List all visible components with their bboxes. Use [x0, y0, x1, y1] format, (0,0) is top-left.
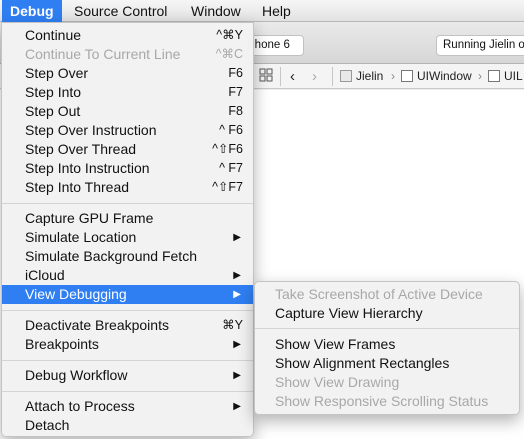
divider — [332, 67, 333, 86]
menu-item-capture-gpu-frame[interactable]: Capture GPU Frame — [2, 209, 253, 228]
menu-separator — [2, 360, 253, 361]
view-icon — [401, 70, 413, 82]
menu-item-step-out[interactable]: Step Out F8 — [2, 102, 253, 121]
debug-menu: Continue ^⌘Y Continue To Current Line ^⌘… — [1, 22, 254, 437]
view-debugging-submenu: Take Screenshot of Active Device Capture… — [254, 281, 520, 415]
menu-item-show-alignment-rectangles[interactable]: Show Alignment Rectangles — [255, 354, 519, 373]
menu-item-step-into[interactable]: Step Into F7 — [2, 83, 253, 102]
menu-debug[interactable]: Debug — [2, 0, 62, 22]
breadcrumb-item[interactable]: UIWindow — [401, 68, 472, 85]
activity-status: Running Jielin o — [436, 35, 524, 56]
menu-item-view-debugging[interactable]: View Debugging ▶ — [2, 285, 253, 304]
menu-item-capture-view-hierarchy[interactable]: Capture View Hierarchy — [255, 304, 519, 323]
submenu-arrow-icon: ▶ — [233, 339, 241, 350]
menu-bar: Debug Source Control Window Help — [0, 0, 524, 22]
menu-separator — [255, 328, 519, 329]
menu-item-breakpoints[interactable]: Breakpoints ▶ — [2, 335, 253, 354]
submenu-arrow-icon: ▶ — [233, 232, 241, 243]
project-icon — [340, 70, 352, 82]
submenu-arrow-icon: ▶ — [233, 270, 241, 281]
menu-item-simulate-background-fetch[interactable]: Simulate Background Fetch — [2, 247, 253, 266]
menu-item-continue[interactable]: Continue ^⌘Y — [2, 26, 253, 45]
menu-item-icloud[interactable]: iCloud ▶ — [2, 266, 253, 285]
menu-item-show-responsive-scrolling-status: Show Responsive Scrolling Status — [275, 393, 489, 409]
menu-item-continue-to-current-line: Continue To Current Line ^⌘C — [25, 46, 243, 62]
menu-item-show-view-drawing: Show View Drawing — [275, 374, 400, 390]
menu-item-debug-workflow[interactable]: Debug Workflow ▶ — [2, 366, 253, 385]
menu-item-step-over[interactable]: Step Over F6 — [2, 64, 253, 83]
breadcrumb-label: UIWindow — [417, 69, 472, 83]
grid-icon[interactable] — [259, 68, 273, 85]
breadcrumb-label: UIL — [504, 69, 523, 83]
breadcrumb-label: Jielin — [356, 69, 384, 83]
breadcrumb-item[interactable]: Jielin — [340, 68, 383, 85]
menu-item-simulate-location[interactable]: Simulate Location ▶ — [2, 228, 253, 247]
menu-source-control[interactable]: Source Control — [66, 0, 175, 22]
chevron-right-icon[interactable]: › — [312, 68, 317, 85]
menu-item-step-into-instruction[interactable]: Step Into Instruction ^ F7 — [2, 159, 253, 178]
menu-separator — [2, 310, 253, 311]
chevron-right-icon: › — [478, 69, 482, 83]
chevron-right-icon: › — [391, 69, 395, 83]
menu-item-take-screenshot: Take Screenshot of Active Device — [275, 286, 483, 302]
menu-item-attach-to-process[interactable]: Attach to Process ▶ — [2, 397, 253, 416]
menu-window[interactable]: Window — [183, 0, 249, 22]
menu-separator — [2, 391, 253, 392]
menu-item-step-over-instruction[interactable]: Step Over Instruction ^ F6 — [2, 121, 253, 140]
menu-item-show-view-frames[interactable]: Show View Frames — [255, 335, 519, 354]
menu-item-step-into-thread[interactable]: Step Into Thread ^⇧F7 — [2, 178, 253, 197]
divider — [280, 67, 281, 86]
submenu-arrow-icon: ▶ — [233, 370, 241, 381]
menu-item-deactivate-breakpoints[interactable]: Deactivate Breakpoints ⌘Y — [2, 316, 253, 335]
submenu-arrow-icon: ▶ — [233, 401, 241, 412]
menu-separator — [2, 203, 253, 204]
submenu-arrow-icon: ▶ — [233, 289, 241, 300]
view-icon — [488, 70, 500, 82]
menu-item-step-over-thread[interactable]: Step Over Thread ^⇧F6 — [2, 140, 253, 159]
chevron-left-icon[interactable]: ‹ — [290, 68, 295, 85]
menu-item-detach[interactable]: Detach — [2, 416, 253, 435]
breadcrumb-item[interactable]: UIL — [488, 68, 523, 85]
menu-help[interactable]: Help — [254, 0, 299, 22]
